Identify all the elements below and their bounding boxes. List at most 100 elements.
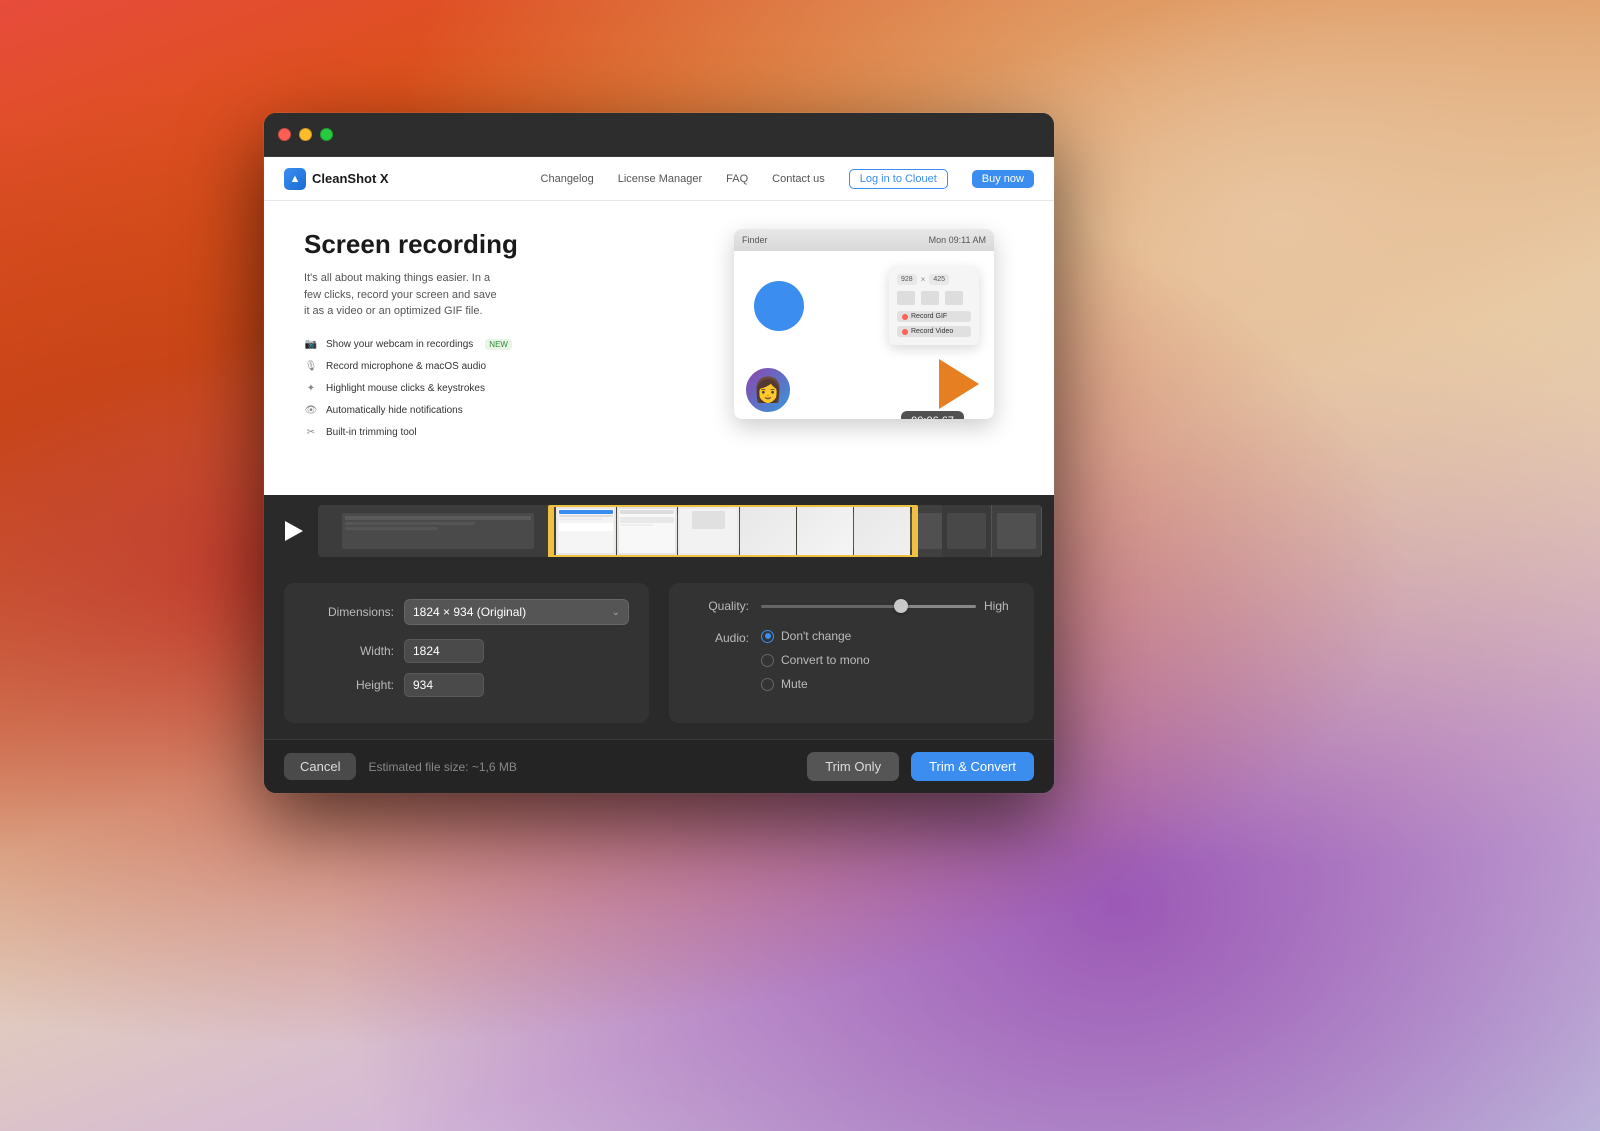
quality-label: Quality: <box>689 599 749 613</box>
audio-radio-group: Don't change Convert to mono Mute <box>761 629 870 691</box>
play-icon <box>285 521 303 541</box>
trim-convert-button[interactable]: Trim & Convert <box>911 752 1034 781</box>
radio-circle-3 <box>761 678 774 691</box>
audio-label-mute: Mute <box>781 677 808 691</box>
finder-time: Mon 09:11 AM <box>929 235 986 245</box>
nav-contact[interactable]: Contact us <box>772 173 825 185</box>
title-bar <box>264 113 1054 157</box>
quality-slider-container: High <box>761 599 1014 613</box>
record-panel: 928 × 425 Record GIF <box>889 266 979 345</box>
audio-label-dont-change: Don't change <box>781 629 851 643</box>
feature-1-icon: 📷 <box>304 338 318 352</box>
avatar-face: 👩 <box>753 376 783 405</box>
radio-dot-1 <box>765 633 771 639</box>
selection-handle-left[interactable] <box>548 507 554 557</box>
feature-1: 📷 Show your webcam in recordings NEW <box>304 338 710 352</box>
sel-frame-1 <box>556 507 616 555</box>
maximize-button[interactable] <box>320 128 333 141</box>
nav-login[interactable]: Log in to Clouet <box>849 169 948 189</box>
audio-label-mono: Convert to mono <box>781 653 870 667</box>
record-icon-row <box>897 291 971 305</box>
bottom-bar: Cancel Estimated file size: ~1,6 MB Trim… <box>264 739 1054 793</box>
record-dims-row: 928 × 425 <box>897 274 971 285</box>
record-dim-w: 928 <box>897 274 917 285</box>
timestamp-badge: 00:06,67 <box>901 411 964 419</box>
filmstrip-frame-r2 <box>992 505 1042 557</box>
selection-handle-right[interactable] <box>912 507 918 557</box>
site-left: Screen recording It's all about making t… <box>304 229 710 440</box>
site-logo: ▲ CleanShot X <box>284 168 389 190</box>
feature-2: 🎙 Record microphone & macOS audio <box>304 360 710 374</box>
avatar: 👩 <box>744 366 792 414</box>
frame-content-r1 <box>942 505 991 557</box>
panel-right: Quality: High Audio: Don't change <box>669 583 1034 723</box>
slider-thumb <box>894 599 908 613</box>
record-gif-label: Record GIF <box>911 313 947 320</box>
record-dot-2 <box>902 329 908 335</box>
radio-circle-2 <box>761 654 774 667</box>
audio-row: Audio: Don't change Convert to mono <box>689 629 1014 691</box>
nav-changelog[interactable]: Changelog <box>541 173 594 185</box>
feature-2-text: Record microphone & macOS audio <box>326 361 486 372</box>
finder-window: Finder Mon 09:11 AM 928 × 425 <box>734 229 994 419</box>
controls-panel: Dimensions: 1824 × 934 (Original) ⌄ Widt… <box>264 567 1054 739</box>
feature-2-icon: 🎙 <box>304 360 318 374</box>
record-video-label: Record Video <box>911 328 953 335</box>
feature-1-badge: NEW <box>485 339 512 350</box>
trim-only-button[interactable]: Trim Only <box>807 752 899 781</box>
dimensions-label: Dimensions: <box>304 605 394 619</box>
audio-label: Audio: <box>689 629 749 645</box>
selection-box[interactable] <box>548 505 918 557</box>
audio-option-mono[interactable]: Convert to mono <box>761 653 870 667</box>
feature-5-icon: ✂ <box>304 426 318 440</box>
sel-frame-5 <box>797 507 853 555</box>
finder-title: Finder <box>742 235 768 245</box>
nav-license[interactable]: License Manager <box>618 173 702 185</box>
sel-frame-4 <box>740 507 796 555</box>
feature-4-icon: 👁 <box>304 404 318 418</box>
play-button[interactable] <box>276 515 308 547</box>
minimize-button[interactable] <box>299 128 312 141</box>
feature-4-text: Automatically hide notifications <box>326 405 463 416</box>
dimensions-row: Dimensions: 1824 × 934 (Original) ⌄ <box>304 599 629 625</box>
feature-3-icon: ✦ <box>304 382 318 396</box>
site-heading: Screen recording <box>304 229 710 260</box>
height-row: Height: <box>304 673 629 697</box>
record-gif-btn[interactable]: Record GIF <box>897 311 971 322</box>
record-dim-h: 425 <box>929 274 949 285</box>
dimensions-select[interactable]: 1824 × 934 (Original) ⌄ <box>404 599 629 625</box>
feature-5-text: Built-in trimming tool <box>326 427 417 438</box>
close-button[interactable] <box>278 128 291 141</box>
site-nav: ▲ CleanShot X Changelog License Manager … <box>264 157 1054 201</box>
filmstrip-frame-1 <box>318 505 559 557</box>
record-video-btn[interactable]: Record Video <box>897 326 971 337</box>
dimensions-select-inner: 1824 × 934 (Original) ⌄ <box>413 605 620 619</box>
feature-list: 📷 Show your webcam in recordings NEW 🎙 R… <box>304 338 710 440</box>
sel-frame-6 <box>854 507 910 555</box>
timeline-area <box>264 495 1054 567</box>
filmstrip <box>318 505 1042 557</box>
traffic-lights <box>278 128 333 141</box>
site-description: It's all about making things easier. In … <box>304 270 504 320</box>
feature-4: 👁 Automatically hide notifications <box>304 404 710 418</box>
radio-circle-1 <box>761 630 774 643</box>
nav-faq[interactable]: FAQ <box>726 173 748 185</box>
browser-content: ▲ CleanShot X Changelog License Manager … <box>264 157 1054 495</box>
filmstrip-frame-r1 <box>942 505 992 557</box>
height-label: Height: <box>304 678 394 692</box>
feature-5: ✂ Built-in trimming tool <box>304 426 710 440</box>
play-arrow <box>939 359 979 409</box>
nav-buy[interactable]: Buy now <box>972 170 1034 188</box>
feature-3-text: Highlight mouse clicks & keystrokes <box>326 383 485 394</box>
finder-body: 928 × 425 Record GIF <box>734 251 994 419</box>
audio-option-dont-change[interactable]: Don't change <box>761 629 870 643</box>
dimensions-value: 1824 × 934 (Original) <box>413 605 526 619</box>
panel-left: Dimensions: 1824 × 934 (Original) ⌄ Widt… <box>284 583 649 723</box>
height-input[interactable] <box>404 673 484 697</box>
frame-content-1 <box>318 505 558 557</box>
audio-option-mute[interactable]: Mute <box>761 677 870 691</box>
cancel-button[interactable]: Cancel <box>284 753 356 780</box>
quality-slider[interactable] <box>761 605 976 608</box>
sel-frame-2 <box>617 507 677 555</box>
width-input[interactable] <box>404 639 484 663</box>
